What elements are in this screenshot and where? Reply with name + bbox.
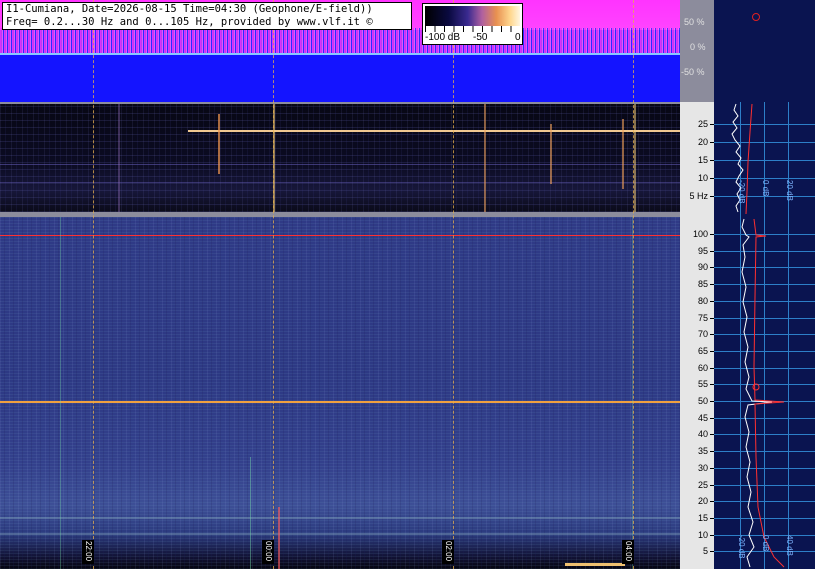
vertical-streak: [634, 104, 636, 212]
freq-tick-label: 95: [697, 245, 708, 256]
high-freq-axis: 100 95 90 85 80 75 70 65 60 55 50 45 40 35 30 25 20 15 10 5: [680, 217, 714, 569]
power-profile-panel: [714, 0, 815, 102]
power-axis-label: -50 %: [681, 67, 705, 77]
freq-tick-label: 5: [702, 546, 708, 557]
profile-db-label: -20 dB: [737, 180, 746, 204]
profile-db-label: 40 dB: [785, 535, 794, 556]
freq-tick-label: 10: [697, 529, 708, 540]
profile-db-label: -20 dB: [737, 535, 746, 559]
profile-db-label: 0 dB: [761, 535, 770, 552]
time-gridline: [453, 0, 454, 569]
time-label: 22:00: [82, 540, 94, 564]
header-title: I1-Cumiana, Date=2026-08-15 Time=04:30 (…: [6, 3, 373, 15]
colorbar-gradient: [425, 6, 520, 26]
colorbar-label: -100 dB: [425, 32, 461, 43]
spectrogram-low[interactable]: [0, 104, 680, 212]
profile-db-label: 20 dB: [785, 180, 794, 201]
marker-line-100hz: [0, 235, 680, 236]
freq-tick-label: 100: [692, 229, 708, 239]
power-axis: 50 % 0 % -50 %: [680, 0, 714, 102]
low-freq-axis: 25 20 15 10 5 Hz: [680, 102, 714, 217]
colorbar-label: 0: [515, 32, 521, 43]
spectral-band: [0, 182, 680, 183]
header-subtitle: Freq= 0.2...30 Hz and 0...105 Hz, provid…: [6, 16, 373, 28]
power-baseline: [0, 53, 680, 55]
profile-db-label: 0 dB: [761, 180, 770, 197]
freq-tick-label: 80: [697, 295, 708, 306]
vertical-streak: [550, 124, 552, 184]
vertical-streak: [622, 119, 624, 189]
freq-tick-label: 15: [697, 512, 708, 523]
freq-tick-label: 35: [697, 446, 708, 457]
freq-tick-label: 65: [697, 345, 708, 356]
freq-tick-label: 20: [697, 137, 708, 147]
marker-circle: [752, 13, 760, 21]
freq-tick-label: 45: [697, 412, 708, 423]
time-gridline: [273, 0, 274, 569]
freq-tick-label: 40: [697, 429, 708, 440]
high-freq-profile-panel: -20 dB 0 dB 40 dB: [714, 217, 815, 569]
vertical-streak: [118, 104, 120, 212]
spectral-line-25hz: [188, 130, 680, 132]
freq-tick-label: 20: [697, 496, 708, 507]
power-axis-label: 0 %: [690, 42, 706, 52]
freq-tick-label: 85: [697, 279, 708, 290]
colorbar-label: -50: [473, 32, 488, 43]
freq-tick-label: 75: [697, 312, 708, 323]
freq-tick-label: 25: [697, 119, 708, 129]
high-freq-profile-curve: [741, 218, 785, 568]
vertical-streak: [250, 457, 251, 569]
colorbar-legend: -100 dB -50 0: [422, 3, 523, 45]
freq-tick-label: 30: [697, 462, 708, 473]
time-label: 04:00: [622, 540, 634, 564]
vertical-streak: [484, 104, 486, 212]
power-axis-label: 50 %: [684, 17, 705, 27]
low-band-burst: [565, 563, 625, 566]
freq-tick-label: 5 Hz: [689, 191, 708, 201]
low-freq-profile-curve: [731, 103, 753, 215]
vertical-streak: [60, 217, 61, 569]
freq-tick-label: 25: [697, 479, 708, 490]
freq-tick-label: 60: [697, 362, 708, 373]
freq-tick-label: 10: [697, 173, 708, 183]
header-box: I1-Cumiana, Date=2026-08-15 Time=04:30 (…: [2, 2, 412, 30]
freq-tick-label: 50: [697, 396, 708, 406]
time-gridline: [93, 0, 94, 569]
time-label: 02:00: [442, 540, 454, 564]
low-freq-profile-panel: -20 dB 0 dB 20 dB: [714, 102, 815, 217]
freq-tick-label: 70: [697, 329, 708, 340]
freq-tick-label: 90: [697, 262, 708, 273]
time-label: 00:00: [262, 540, 274, 564]
time-gridline: [633, 0, 634, 569]
vertical-streak: [218, 114, 220, 174]
power-noise-band: [0, 28, 680, 54]
spectral-band: [0, 164, 680, 165]
freq-tick-label: 55: [697, 379, 708, 390]
spectral-band: [0, 517, 680, 519]
freq-tick-label: 15: [697, 155, 708, 165]
spectral-band: [0, 533, 680, 535]
spectral-line-50hz: [0, 401, 680, 403]
vertical-streak: [278, 507, 280, 569]
spectrogram-high[interactable]: [0, 217, 680, 569]
